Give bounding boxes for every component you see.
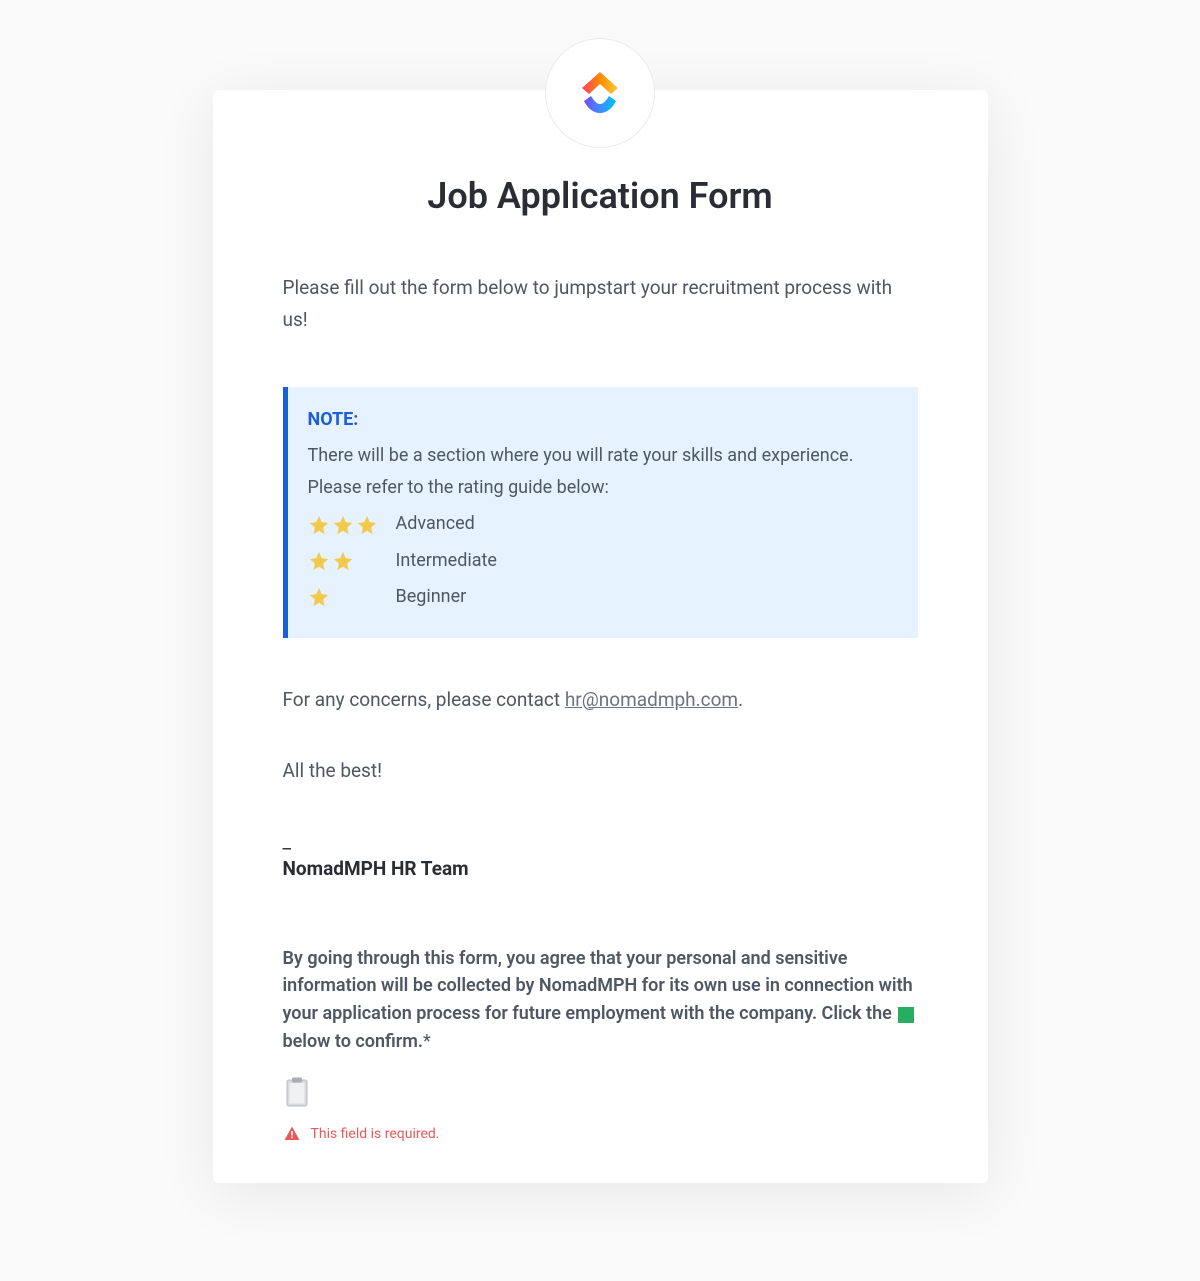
rating-label: Beginner [396,581,467,613]
note-label: NOTE: [308,409,894,430]
rating-row-beginner: Beginner [308,581,894,613]
consent-text: By going through this form, you agree th… [283,945,918,1057]
star-icon [332,550,354,572]
rating-label: Intermediate [396,545,497,577]
star-icon [308,586,330,608]
consent-checkbox[interactable] [283,1076,311,1108]
note-body-text: There will be a section where you will r… [308,445,854,498]
contact-prefix: For any concerns, please contact [283,688,565,711]
clickup-logo-icon [572,65,628,121]
consent-checkbox-area [283,1076,918,1111]
logo-circle [545,38,655,148]
star-icon [308,550,330,572]
signature-dash: _ [283,830,918,853]
required-asterisk: * [423,1031,431,1052]
star-icon [308,514,330,536]
contact-text: For any concerns, please contact hr@noma… [283,688,918,711]
checkbox-icon [285,1077,309,1107]
star-icon [356,514,378,536]
intro-text: Please fill out the form below to jumpst… [283,272,918,337]
rating-row-intermediate: Intermediate [308,545,894,577]
consent-before: By going through this form, you agree th… [283,948,913,1025]
form-card: Job Application Form Please fill out the… [213,90,988,1183]
rating-row-advanced: Advanced [308,508,894,540]
contact-suffix: . [738,688,743,711]
note-box: NOTE: There will be a section where you … [283,387,918,638]
rating-label: Advanced [396,508,475,540]
note-body: There will be a section where you will r… [308,440,894,614]
error-text: This field is required. [311,1126,440,1142]
page-title: Job Application Form [283,175,918,217]
star-icon [332,514,354,536]
error-row: This field is required. [283,1125,918,1143]
warning-icon [283,1125,301,1143]
stars-advanced [308,514,392,536]
sign-off-text: All the best! [283,759,918,782]
team-name: NomadMPH HR Team [283,857,918,880]
green-box-icon [898,1007,914,1023]
stars-beginner [308,586,392,608]
consent-after: below to confirm. [283,1031,424,1052]
contact-email-link[interactable]: hr@nomadmph.com [565,688,738,711]
stars-intermediate [308,550,392,572]
